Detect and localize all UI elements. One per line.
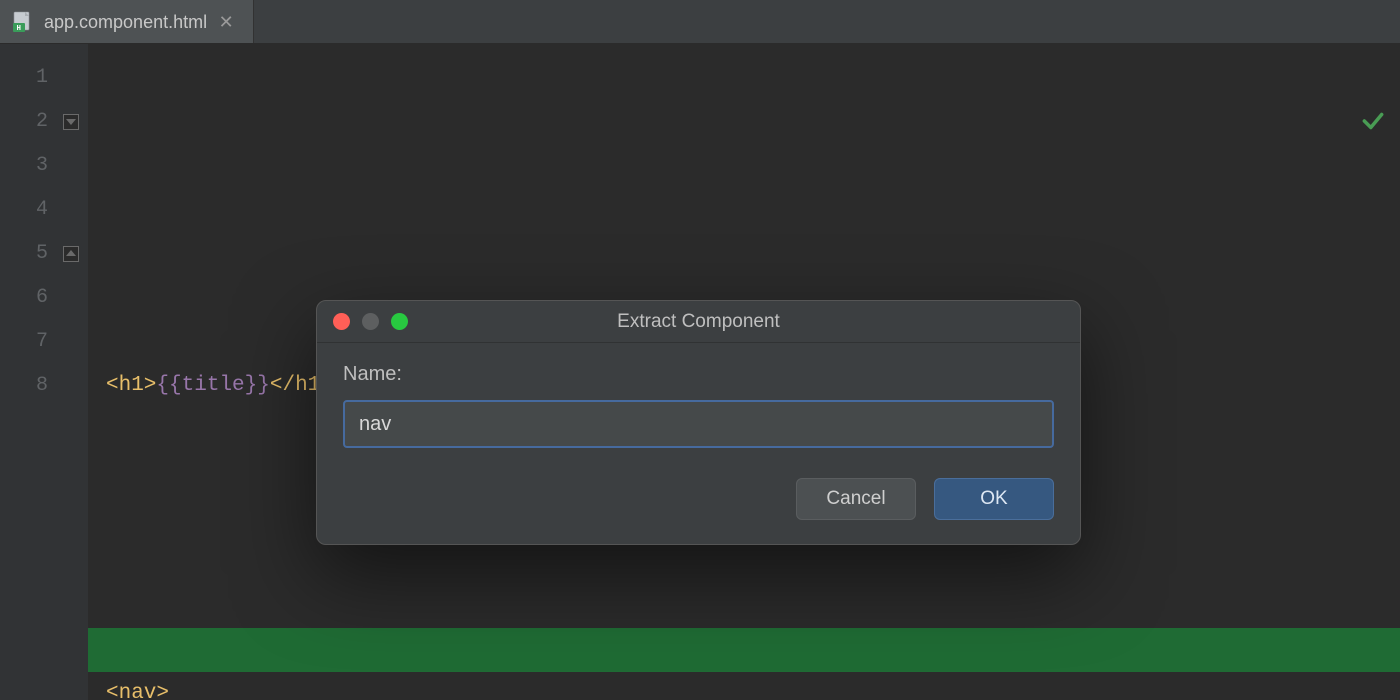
code-token: {{ xyxy=(156,374,181,397)
editor-tabbar: H app.component.html ✕ xyxy=(0,0,1400,44)
line-number: 1 xyxy=(0,56,58,100)
line-number: 6 xyxy=(0,276,58,320)
close-window-icon[interactable] xyxy=(333,313,350,330)
dialog-title: Extract Component xyxy=(317,311,1080,333)
html-file-icon: H xyxy=(12,11,34,33)
window-controls xyxy=(333,313,408,330)
cancel-button[interactable]: Cancel xyxy=(796,478,916,520)
line-number: 2 xyxy=(0,100,58,144)
code-token: }} xyxy=(245,374,270,397)
dialog-titlebar[interactable]: Extract Component xyxy=(317,301,1080,343)
line-number: 5 xyxy=(0,232,58,276)
component-name-input[interactable] xyxy=(343,400,1054,448)
ok-button[interactable]: OK xyxy=(934,478,1054,520)
line-number: 4 xyxy=(0,188,58,232)
code-token: <nav> xyxy=(106,682,169,700)
svg-text:H: H xyxy=(17,25,22,33)
file-tab[interactable]: H app.component.html ✕ xyxy=(0,0,254,43)
fold-gutter xyxy=(58,44,88,700)
minimize-window-icon[interactable] xyxy=(362,313,379,330)
name-label: Name: xyxy=(343,363,1054,386)
line-number: 8 xyxy=(0,364,58,408)
file-tab-label: app.component.html xyxy=(44,13,207,31)
close-tab-icon[interactable]: ✕ xyxy=(217,13,235,31)
code-line[interactable]: <nav> xyxy=(88,540,1400,584)
line-number-gutter: 1 2 3 4 5 6 7 8 xyxy=(0,44,58,700)
zoom-window-icon[interactable] xyxy=(391,313,408,330)
fold-toggle-icon[interactable] xyxy=(63,246,79,262)
inspection-ok-icon[interactable] xyxy=(1284,64,1386,196)
line-number: 7 xyxy=(0,320,58,364)
code-token: <h1> xyxy=(106,374,156,397)
line-number: 3 xyxy=(0,144,58,188)
extract-component-dialog: Extract Component Name: Cancel OK xyxy=(316,300,1081,545)
fold-toggle-icon[interactable] xyxy=(63,114,79,130)
code-token: title xyxy=(182,374,245,397)
selection-highlight xyxy=(88,628,1400,672)
